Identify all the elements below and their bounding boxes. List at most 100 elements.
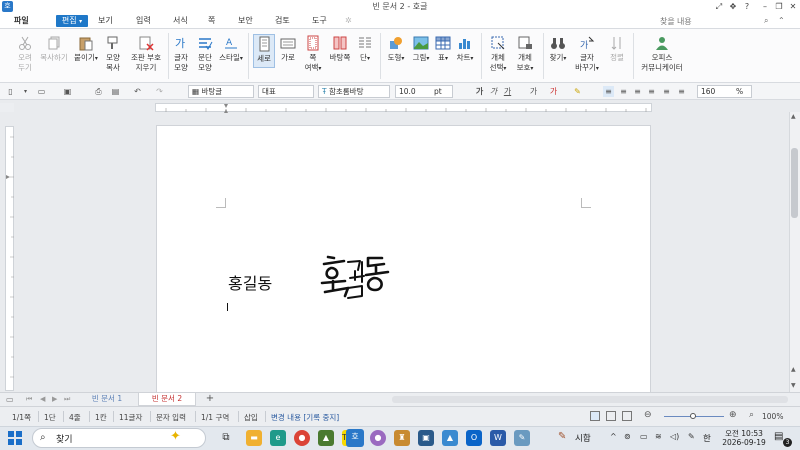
horizontal-scrollbar[interactable] (392, 396, 788, 403)
cut-button[interactable]: 오려 두기 (12, 35, 38, 73)
new-doc-icon[interactable]: ▯ (5, 86, 16, 97)
view-wide-icon[interactable] (606, 411, 616, 421)
vertical-ruler[interactable] (5, 126, 14, 391)
help-icon[interactable]: ? (740, 0, 754, 13)
chevron-down-icon[interactable]: ▾ (20, 86, 31, 97)
scrollbar-thumb[interactable] (791, 148, 798, 218)
style-button[interactable]: A 스타일▾ (218, 35, 244, 64)
find-button[interactable]: 찾기▾ (547, 35, 569, 64)
category-select[interactable]: 대표 (258, 85, 314, 98)
tab-list-icon[interactable]: ▭ (6, 395, 14, 404)
app-icon[interactable]: ▣ (418, 430, 434, 446)
restore-button[interactable]: ❐ (772, 0, 786, 13)
menu-security[interactable]: 보안 (238, 15, 253, 27)
chevron-up-icon[interactable]: ⌃ (778, 15, 785, 27)
menu-view[interactable]: 보기 (98, 15, 113, 27)
paste-button[interactable]: 붙이기▾ (73, 35, 99, 64)
status-zoom[interactable]: 100% (762, 412, 783, 421)
format-copy-button[interactable]: 모양 복사 (101, 35, 125, 73)
edge-icon[interactable]: e (270, 430, 286, 446)
zoom-in-icon[interactable]: ⊕ (729, 410, 737, 420)
outlook-icon[interactable]: O (466, 430, 482, 446)
save-icon[interactable]: ▣ (62, 86, 73, 97)
app-icon[interactable]: ● (370, 430, 386, 446)
view-multi-icon[interactable] (622, 411, 632, 421)
app-icon[interactable]: ♜ (394, 430, 410, 446)
horizontal-page-button[interactable]: 가로 (277, 35, 299, 63)
page-margin-button[interactable]: 쪽 여백▾ (302, 35, 324, 74)
align-justify-icon[interactable]: ≡ (603, 86, 614, 97)
italic-icon[interactable]: 가 (488, 86, 499, 97)
minimize-button[interactable]: – (758, 0, 772, 13)
align-button[interactable]: 정렬 (607, 35, 627, 63)
document-text[interactable]: 홍길동 (228, 270, 272, 294)
chart-button[interactable]: 차트▾ (455, 35, 475, 64)
ime-indicator[interactable]: 한 (703, 432, 711, 444)
word-icon[interactable]: W (490, 430, 506, 446)
file-explorer-icon[interactable]: ▬ (246, 430, 262, 446)
preview-icon[interactable]: ▤ (110, 86, 121, 97)
menu-file[interactable]: 파일 (14, 15, 29, 27)
align-distribute-icon[interactable]: ≡ (661, 86, 672, 97)
font-size-input[interactable]: 10.0 pt (395, 85, 453, 98)
add-tab-button[interactable]: + (204, 393, 216, 406)
shape-button[interactable]: 도형▾ (385, 35, 407, 64)
close-button[interactable]: ✕ (786, 0, 800, 13)
task-view-icon[interactable]: ⧉ (218, 430, 234, 446)
app-icon[interactable]: ✎ (514, 430, 530, 446)
menu-insert[interactable]: 입력 (136, 15, 151, 27)
print-icon[interactable]: ⎙ (93, 86, 104, 97)
menu-review[interactable]: 검토 (275, 15, 290, 27)
signature-image[interactable] (318, 250, 390, 304)
fullscreen-icon[interactable]: ⤢ (712, 0, 726, 13)
gear-icon[interactable]: ✲ (345, 15, 352, 27)
windows-start-icon[interactable] (8, 431, 22, 445)
char-shape-button[interactable]: 가 글자 모양 (170, 35, 192, 73)
prev-tab-icon[interactable]: ◀ (40, 395, 45, 403)
object-select-button[interactable]: 개체 선택▾ (486, 35, 510, 74)
menu-tools[interactable]: 도구 (312, 15, 327, 27)
zoom-select[interactable]: 160% (697, 85, 752, 98)
pen-icon[interactable]: ✎ (688, 432, 695, 441)
search-icon[interactable]: ⌕ (764, 15, 768, 27)
weather-icon[interactable]: ✎ (558, 431, 566, 442)
wifi-icon[interactable]: ≋ (655, 432, 662, 441)
column-button[interactable]: 단▾ (355, 35, 375, 64)
table-button[interactable]: 표▾ (434, 35, 452, 64)
status-insert[interactable]: 삽입 (244, 412, 258, 423)
first-tab-icon[interactable]: ⏮ (26, 395, 32, 404)
help-search-input[interactable] (660, 15, 760, 27)
scroll-up-icon[interactable]: ▲ (791, 113, 796, 120)
app-tray-icon[interactable]: ⊚ (624, 432, 631, 441)
picture-button[interactable]: 그림▾ (410, 35, 432, 64)
sparkle-icon[interactable]: ✦ (170, 429, 181, 444)
tab-document-1[interactable]: 빈 문서 1 (78, 393, 136, 406)
status-track-changes[interactable]: 변경 내용 [기록 중지] (271, 412, 339, 423)
vertical-page-button[interactable]: 세로 (253, 34, 275, 68)
align-left-icon[interactable]: ≡ (618, 86, 629, 97)
app-icon[interactable]: ▲ (318, 430, 334, 446)
horizontal-ruler[interactable] (155, 103, 652, 113)
tab-document-2[interactable]: 빈 문서 2 (138, 393, 196, 406)
copy-button[interactable]: 복사하기 (39, 35, 69, 63)
object-protect-button[interactable]: 개체 보호▾ (513, 35, 537, 74)
volume-icon[interactable]: ◁) (670, 432, 679, 441)
zoom-slider-handle[interactable] (690, 413, 696, 419)
scroll-down-icon[interactable]: ▼ (791, 382, 796, 389)
weather-text[interactable]: 시합 (575, 432, 591, 444)
scroll-up-page-icon[interactable]: ▲ (791, 366, 796, 373)
python-icon[interactable]: ▲ (442, 430, 458, 446)
office-communicator-button[interactable]: 오피스 커뮤니케이터 (638, 35, 686, 73)
menu-format[interactable]: 서식 (173, 15, 188, 27)
notification-icon[interactable]: ▤ (774, 431, 783, 442)
zoom-out-icon[interactable]: ⊖ (644, 410, 652, 420)
replace-button[interactable]: 가 글자 바꾸기▾ (572, 35, 602, 74)
clock-date[interactable]: 2026-09-19 (718, 438, 770, 447)
last-tab-icon[interactable]: ⏭ (64, 395, 70, 404)
view-page-icon[interactable] (590, 411, 600, 421)
bold-icon[interactable]: 가 (474, 86, 485, 97)
open-folder-icon[interactable]: ▭ (36, 86, 47, 97)
align-divide-icon[interactable]: ≡ (676, 86, 687, 97)
align-center-icon[interactable]: ≡ (632, 86, 643, 97)
document-page[interactable] (156, 125, 651, 395)
